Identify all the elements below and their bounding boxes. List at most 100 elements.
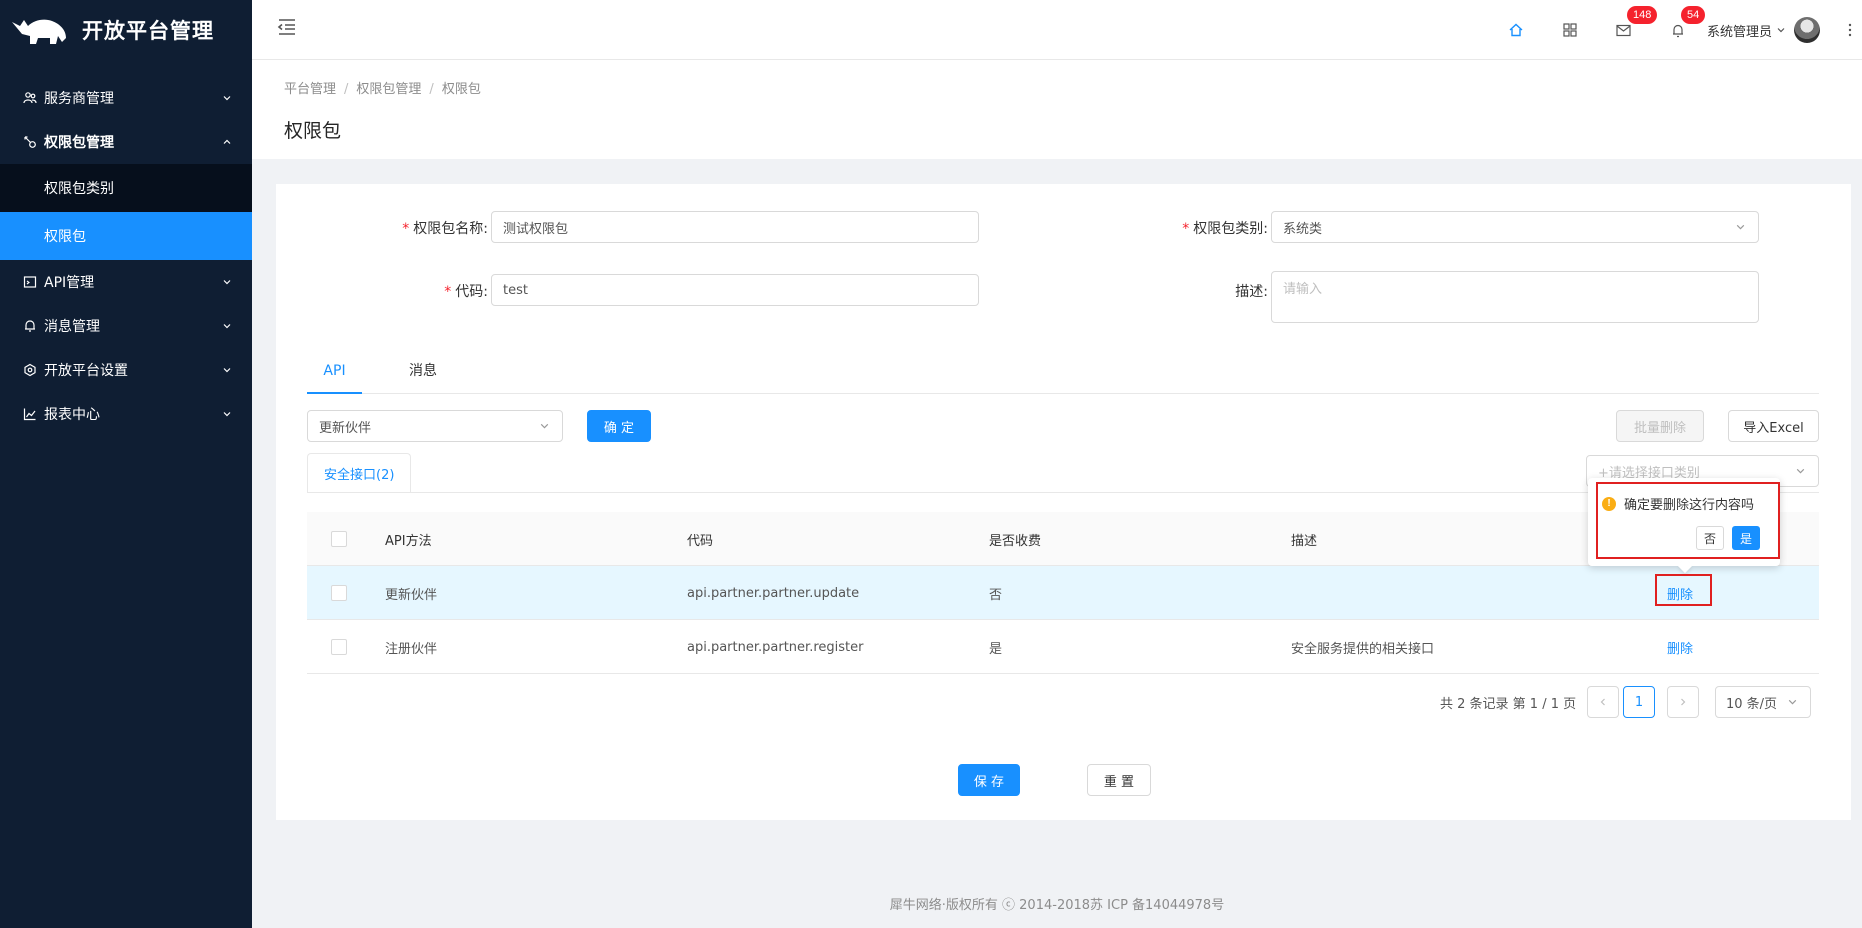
popconfirm-no-button[interactable]: 否 [1696, 526, 1724, 550]
batch-delete-button[interactable]: 批量删除 [1616, 410, 1704, 442]
chevron-down-icon [1736, 224, 1745, 230]
sidebar-item-label: 权限包 [44, 229, 86, 245]
select-all-checkbox[interactable] [331, 531, 347, 547]
name-label: * 权限包名称: [402, 221, 488, 237]
sidebar: 开放平台管理 服务商管理 权限包管理 权限包类别 权限包 API管理 消息管理 … [0, 0, 252, 928]
chevron-down-icon [1796, 468, 1805, 474]
breadcrumb-item[interactable]: 权限包管理 [356, 82, 421, 97]
team-icon [22, 90, 38, 106]
cell-method: 注册伙伴 [385, 641, 438, 657]
popconfirm-message: ! 确定要删除这行内容吗 [1602, 494, 1754, 513]
more-vertical-icon [1848, 23, 1852, 37]
cell-charge: 否 [989, 587, 1003, 603]
cell-method: 更新伙伴 [385, 587, 438, 603]
sidebar-item-permission-pkg[interactable]: 权限包管理 [0, 120, 252, 164]
delete-link[interactable]: 删除 [1667, 566, 1693, 620]
top-header: 148 54 系统管理员 [252, 0, 1862, 60]
tab-message[interactable]: 消息 [409, 354, 437, 394]
sidebar-item-message[interactable]: 消息管理 [0, 304, 252, 348]
sidebar-menu: 服务商管理 权限包管理 权限包类别 权限包 API管理 消息管理 开放平台设置 … [0, 76, 252, 436]
bell-icon [1672, 24, 1683, 37]
popconfirm-yes-button[interactable]: 是 [1732, 526, 1760, 550]
permission-submenu: 权限包类别 权限包 [0, 164, 252, 260]
api-icon [22, 274, 38, 290]
breadcrumb-item[interactable]: 平台管理 [284, 82, 336, 97]
chevron-down-icon [1788, 699, 1797, 705]
page-header: 平台管理 / 权限包管理 / 权限包 权限包 [252, 60, 1862, 159]
row-checkbox[interactable] [331, 585, 347, 601]
category-label: * 权限包类别: [1182, 221, 1268, 237]
header-actions: 148 54 系统管理员 [1489, 0, 1862, 60]
sidebar-item-label: 服务商管理 [44, 91, 114, 107]
mail-button[interactable]: 148 [1597, 0, 1658, 60]
sidebar-item-label: 权限包管理 [44, 135, 114, 151]
breadcrumb-item: 权限包 [441, 82, 481, 97]
more-button[interactable] [1838, 0, 1862, 60]
api-select[interactable]: 更新伙伴 [307, 410, 563, 442]
desc-textarea[interactable]: 请输入 [1271, 271, 1759, 323]
apps-button[interactable] [1543, 0, 1597, 60]
logo: 开放平台管理 [0, 0, 252, 60]
column-header: API方法 [385, 533, 432, 549]
sidebar-item-settings[interactable]: 开放平台设置 [0, 348, 252, 392]
sidebar-item-label: 消息管理 [44, 319, 100, 335]
chevron-down-icon [223, 324, 231, 329]
prev-page-button[interactable] [1587, 686, 1619, 718]
cell-code: api.partner.partner.register [687, 639, 864, 655]
warning-icon: ! [1602, 496, 1616, 511]
code-input[interactable]: test [491, 274, 979, 306]
delete-link[interactable]: 删除 [1667, 620, 1693, 674]
sidebar-item-permission-category[interactable]: 权限包类别 [0, 164, 252, 212]
rhino-logo-icon [12, 19, 66, 44]
chevron-down-icon [1777, 28, 1785, 33]
chevron-down-icon [223, 368, 231, 373]
key-icon [22, 134, 38, 150]
sidebar-item-permission[interactable]: 权限包 [0, 212, 252, 260]
cell-charge: 是 [989, 641, 1003, 657]
chevron-down-icon [223, 96, 231, 101]
chevron-down-icon [223, 412, 231, 417]
chart-icon [22, 406, 38, 422]
pagination-summary: 共 2 条记录 第 1 / 1 页 [1440, 696, 1577, 712]
home-button[interactable] [1489, 0, 1543, 60]
sidebar-item-label: 报表中心 [44, 407, 100, 423]
save-button[interactable]: 保 存 [958, 764, 1020, 796]
desc-label: 描述: [1235, 284, 1268, 300]
mail-icon [1616, 24, 1632, 36]
category-select[interactable]: 系统类 [1271, 211, 1759, 243]
chevron-down-icon [540, 423, 549, 429]
chevron-right-icon [1681, 698, 1686, 706]
tab-security-api[interactable]: 安全接口(2) [307, 453, 412, 493]
sidebar-item-label: 权限包类别 [44, 181, 114, 197]
grid-icon [1563, 23, 1577, 37]
import-excel-button[interactable]: 导入Excel [1728, 410, 1819, 442]
row-checkbox[interactable] [331, 639, 347, 655]
tab-api[interactable]: API [307, 354, 362, 394]
column-header: 代码 [687, 533, 714, 549]
name-input[interactable]: 测试权限包 [491, 211, 979, 243]
sidebar-item-api[interactable]: API管理 [0, 260, 252, 304]
reset-button[interactable]: 重 置 [1087, 764, 1151, 796]
notification-button[interactable]: 54 [1651, 0, 1706, 60]
app-title: 开放平台管理 [82, 19, 214, 43]
avatar[interactable] [1794, 17, 1820, 43]
sidebar-item-provider[interactable]: 服务商管理 [0, 76, 252, 120]
breadcrumb: 平台管理 / 权限包管理 / 权限包 [284, 82, 481, 97]
chevron-up-icon [223, 139, 231, 144]
menu-fold-icon[interactable] [276, 16, 298, 38]
user-name: 系统管理员 [1706, 24, 1772, 40]
sidebar-item-label: 开放平台设置 [44, 363, 128, 379]
page-title: 权限包 [284, 120, 342, 142]
page-size-select[interactable]: 10 条/页 [1715, 686, 1811, 718]
table-row: 更新伙伴 api.partner.partner.update 否 删除 [307, 566, 1819, 620]
bell-icon [22, 318, 38, 334]
sidebar-item-label: API管理 [44, 275, 95, 291]
user-menu[interactable]: 系统管理员 [1705, 17, 1830, 43]
cell-code: api.partner.partner.update [687, 585, 860, 601]
next-page-button[interactable] [1667, 686, 1699, 718]
table-row: 注册伙伴 api.partner.partner.register 是 安全服务… [307, 620, 1819, 674]
footer: 犀牛网络·版权所有 ⓒ 2014-2018苏 ICP 备14044978号 [889, 898, 1225, 913]
page-button[interactable]: 1 [1623, 686, 1655, 718]
sidebar-item-report[interactable]: 报表中心 [0, 392, 252, 436]
confirm-button[interactable]: 确 定 [587, 410, 651, 442]
